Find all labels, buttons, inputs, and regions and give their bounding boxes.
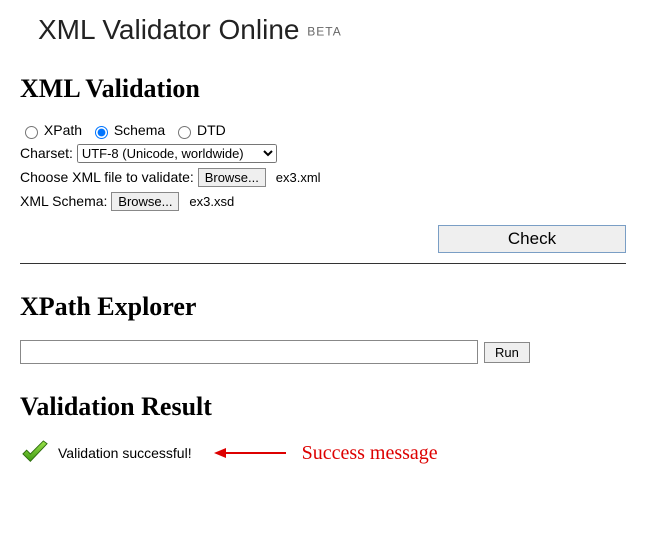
- xml-file-row: Choose XML file to validate: Browse... e…: [20, 168, 626, 187]
- result-message: Validation successful!: [58, 445, 192, 461]
- schema-file-row: XML Schema: Browse... ex3.xsd: [20, 192, 626, 211]
- checkmark-icon: [20, 440, 50, 466]
- page-title: XML Validator Online BETA: [38, 14, 626, 46]
- arrow-icon: [214, 448, 286, 458]
- radio-xpath-text: XPath: [44, 122, 82, 138]
- run-button[interactable]: Run: [484, 342, 530, 363]
- radio-dtd[interactable]: [178, 126, 191, 139]
- beta-badge: BETA: [307, 25, 341, 39]
- validation-mode-radios: XPath Schema DTD: [20, 122, 626, 139]
- xpath-heading: XPath Explorer: [20, 292, 626, 322]
- divider: [20, 263, 626, 264]
- radio-schema-label[interactable]: Schema: [90, 122, 169, 138]
- radio-schema[interactable]: [95, 126, 108, 139]
- radio-xpath-label[interactable]: XPath: [20, 122, 86, 138]
- check-button[interactable]: Check: [438, 225, 626, 253]
- validation-heading: XML Validation: [20, 74, 626, 104]
- radio-schema-text: Schema: [114, 122, 165, 138]
- result-row: Validation successful! Success message: [20, 440, 626, 466]
- schema-label: XML Schema:: [20, 193, 107, 209]
- browse-xml-button[interactable]: Browse...: [198, 168, 266, 187]
- xpath-row: Run: [20, 340, 626, 364]
- radio-xpath[interactable]: [25, 126, 38, 139]
- result-heading: Validation Result: [20, 392, 626, 422]
- radio-dtd-label[interactable]: DTD: [173, 122, 226, 138]
- xpath-input[interactable]: [20, 340, 478, 364]
- browse-schema-button[interactable]: Browse...: [111, 192, 179, 211]
- title-text: XML Validator Online: [38, 14, 299, 45]
- check-row: Check: [20, 225, 626, 253]
- xml-filename: ex3.xml: [276, 170, 321, 185]
- schema-filename: ex3.xsd: [189, 194, 234, 209]
- charset-select[interactable]: UTF-8 (Unicode, worldwide): [77, 144, 277, 163]
- charset-label: Charset:: [20, 145, 73, 161]
- charset-row: Charset: UTF-8 (Unicode, worldwide): [20, 144, 626, 163]
- radio-dtd-text: DTD: [197, 122, 226, 138]
- annotation-text: Success message: [302, 442, 438, 465]
- choose-xml-label: Choose XML file to validate:: [20, 169, 194, 185]
